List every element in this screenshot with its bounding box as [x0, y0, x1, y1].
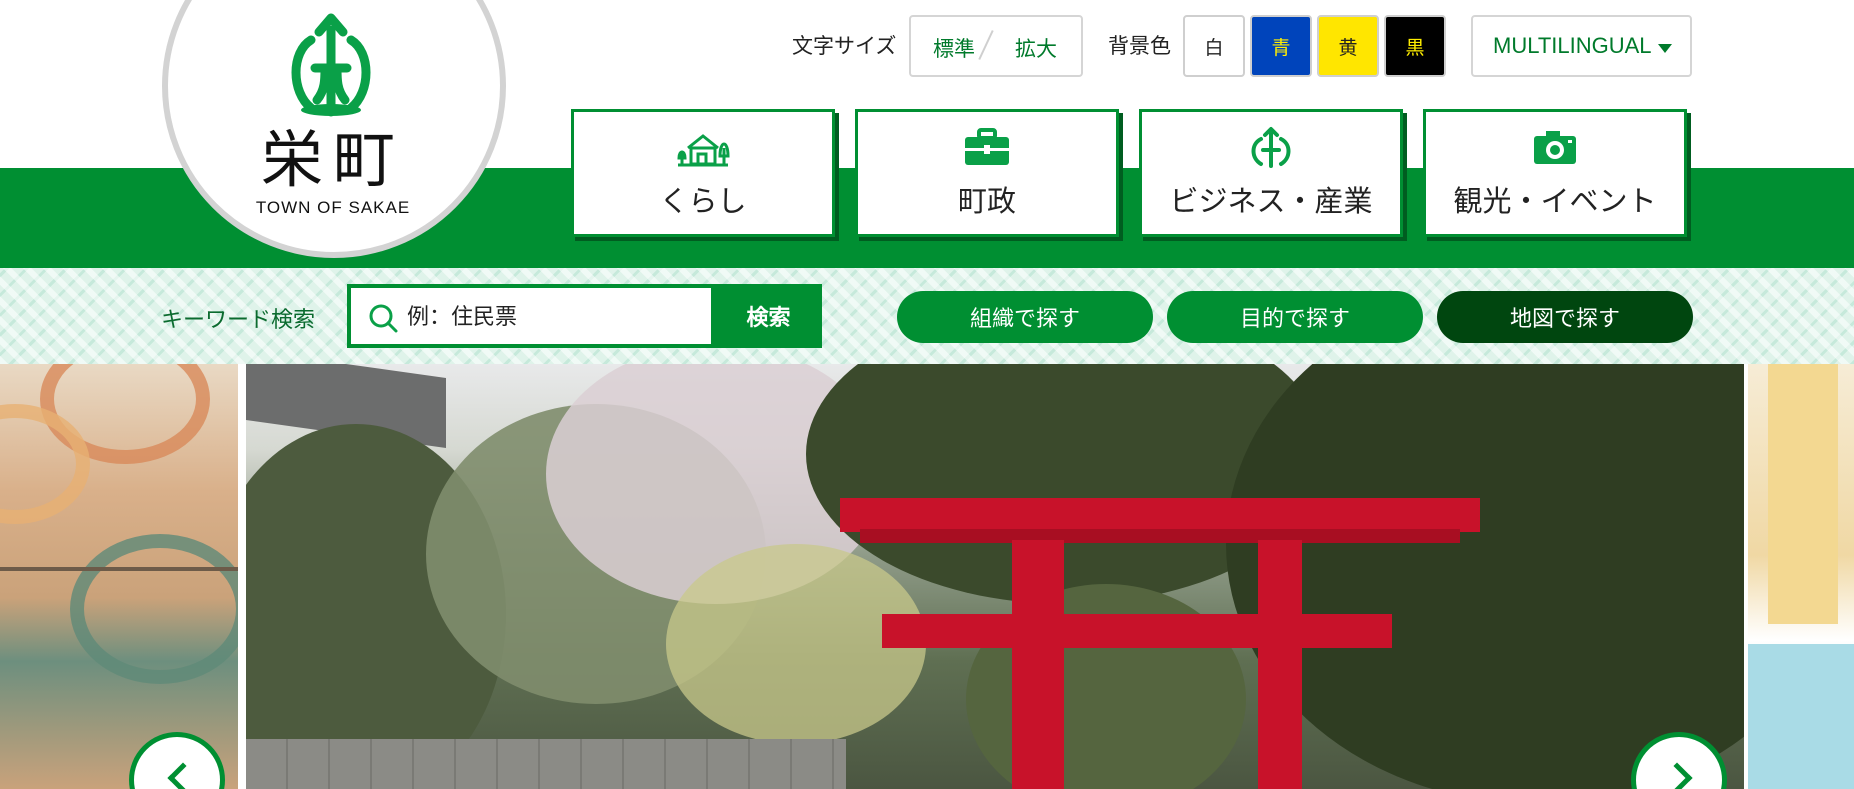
stone-wall: [246, 739, 846, 789]
divider: [978, 30, 994, 60]
torii-top-beam: [840, 498, 1480, 532]
nav-label: 観光・イベント: [1453, 184, 1657, 218]
town-emblem-icon: [291, 13, 371, 117]
font-size-standard-button[interactable]: 標準: [933, 33, 975, 63]
find-by-organization-button[interactable]: 組織で探す: [897, 291, 1153, 343]
house-icon: [677, 134, 730, 167]
torii-left-pillar: [1012, 540, 1064, 789]
font-size-large-button[interactable]: 拡大: [1015, 33, 1057, 63]
search-box: [347, 284, 715, 348]
nav-chosei[interactable]: 町政: [855, 109, 1119, 237]
bg-blue-button[interactable]: 青: [1250, 15, 1312, 77]
logo-subtitle: TOWN OF SAKAE: [255, 198, 411, 217]
search-icon: [369, 304, 398, 333]
nav-label: ビジネス・産業: [1169, 184, 1373, 218]
multilingual-dropdown[interactable]: MULTILINGUAL: [1471, 15, 1692, 77]
slide-previous-image: [0, 364, 238, 789]
find-by-map-button[interactable]: 地図で探す: [1437, 291, 1693, 343]
nav-label: くらし: [659, 184, 747, 218]
torii-lower-beam: [882, 614, 1392, 648]
nav-kurashi[interactable]: くらし: [571, 109, 835, 237]
slide-next-image: [1748, 364, 1854, 789]
chevron-left-icon: [167, 762, 199, 789]
nav-tourism[interactable]: 観光・イベント: [1423, 109, 1687, 237]
bg-yellow-button[interactable]: 黄: [1317, 15, 1379, 77]
logo-title: 栄町: [260, 123, 405, 196]
nav-label: 町政: [957, 184, 1016, 218]
nav-business[interactable]: ビジネス・産業: [1139, 109, 1403, 237]
caret-down-icon: [1658, 44, 1672, 53]
font-size-switcher: 標準 拡大: [909, 15, 1083, 77]
multilingual-label: MULTILINGUAL: [1493, 33, 1652, 58]
keyword-search-label: キーワード検索: [161, 308, 316, 333]
bg-white-button[interactable]: 白: [1183, 15, 1245, 77]
search-button[interactable]: 検索: [715, 284, 822, 348]
bg-color-label: 背景色: [1108, 34, 1171, 58]
bg-black-button[interactable]: 黒: [1384, 15, 1446, 77]
chevron-right-icon: [1661, 762, 1693, 789]
briefcase-icon: [965, 128, 1009, 165]
search-input[interactable]: [407, 298, 707, 336]
hero-image-torii-gate: [246, 364, 1744, 789]
font-size-label: 文字サイズ: [792, 34, 897, 58]
camera-icon: [1534, 131, 1576, 164]
find-by-purpose-button[interactable]: 目的で探す: [1167, 291, 1423, 343]
town-emblem-icon: [1251, 127, 1291, 168]
torii-right-pillar: [1258, 540, 1302, 789]
